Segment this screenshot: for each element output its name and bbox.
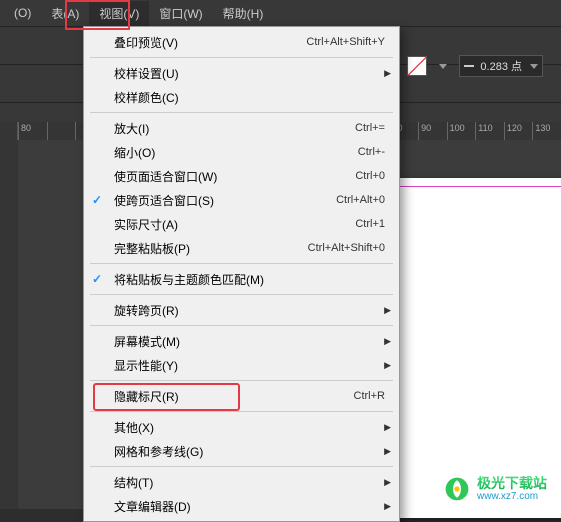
ruler-tick: 90 xyxy=(418,122,447,140)
chevron-right-icon: ▶ xyxy=(384,422,391,433)
menu-shortcut: Ctrl+Alt+Shift+Y xyxy=(306,36,385,48)
menu-table[interactable]: 表(A) xyxy=(41,1,89,26)
stroke-icon xyxy=(464,65,474,67)
menu-item[interactable]: 其他(X)▶ xyxy=(84,415,399,439)
menu-item[interactable]: 旋转跨页(R)▶ xyxy=(84,298,399,322)
menu-item[interactable]: 校样颜色(C) xyxy=(84,85,399,109)
menu-item-label: 校样颜色(C) xyxy=(114,89,385,106)
menu-item-label: 隐藏标尺(R) xyxy=(114,388,334,405)
menu-item-label: 使页面适合窗口(W) xyxy=(114,168,335,185)
chevron-right-icon: ▶ xyxy=(384,477,391,488)
menubar: (O) 表(A) 视图(V) 窗口(W) 帮助(H) xyxy=(0,0,561,26)
menu-separator xyxy=(90,294,393,295)
menu-shortcut: Ctrl+Alt+0 xyxy=(336,194,385,206)
menu-item-label: 旋转跨页(R) xyxy=(114,302,385,319)
ruler-tick: 130 xyxy=(532,122,561,140)
menu-item[interactable]: 叠印预览(V) Ctrl+Alt+Shift+Y xyxy=(84,30,399,54)
menu-item-label: 放大(I) xyxy=(114,120,335,137)
ruler-tick: 120 xyxy=(504,122,533,140)
menu-item[interactable]: 校样设置(U)▶ xyxy=(84,61,399,85)
right-tool-cluster: 0.283 点 xyxy=(407,55,543,77)
view-menu-dropdown: 叠印预览(V)Ctrl+Alt+Shift+Y校样设置(U)▶校样颜色(C)放大… xyxy=(83,26,400,522)
menu-item[interactable]: 屏幕模式(M)▶ xyxy=(84,329,399,353)
menu-item-label: 使跨页适合窗口(S) xyxy=(114,192,316,209)
fill-none-swatch[interactable] xyxy=(407,56,427,76)
ruler-origin[interactable] xyxy=(0,122,18,140)
chevron-right-icon: ▶ xyxy=(384,446,391,457)
menu-view[interactable]: 视图(V) xyxy=(89,1,149,26)
chevron-right-icon: ▶ xyxy=(384,305,391,316)
ruler-tick: 80 xyxy=(18,122,47,140)
menu-item[interactable]: 实际尺寸(A) Ctrl+1 xyxy=(84,212,399,236)
watermark: 极光下载站 www.xz7.com xyxy=(443,475,547,503)
watermark-logo-icon xyxy=(443,475,471,503)
menu-item[interactable]: 放大(I) Ctrl+= xyxy=(84,116,399,140)
menu-o[interactable]: (O) xyxy=(4,2,41,24)
ruler-tick: 110 xyxy=(475,122,504,140)
menu-item[interactable]: ✓ 将粘贴板与主题颜色匹配(M) xyxy=(84,267,399,291)
chevron-right-icon: ▶ xyxy=(384,501,391,512)
stroke-weight-field[interactable]: 0.283 点 xyxy=(459,55,543,77)
menu-item-label: 网格和参考线(G) xyxy=(114,443,385,460)
menu-shortcut: Ctrl+0 xyxy=(355,170,385,182)
ruler-vertical[interactable] xyxy=(0,140,18,509)
check-icon: ✓ xyxy=(92,272,102,286)
menu-separator xyxy=(90,57,393,58)
menu-item[interactable]: 文章编辑器(D)▶ xyxy=(84,494,399,518)
menu-separator xyxy=(90,112,393,113)
dropdown-icon[interactable] xyxy=(530,64,538,69)
menu-separator xyxy=(90,380,393,381)
watermark-title: 极光下载站 xyxy=(477,476,547,491)
menu-item-label: 缩小(O) xyxy=(114,144,338,161)
menu-item-label: 屏幕模式(M) xyxy=(114,333,385,350)
menu-separator xyxy=(90,325,393,326)
menu-item-label: 完整粘贴板(P) xyxy=(114,240,288,257)
menu-item[interactable]: 显示性能(Y)▶ xyxy=(84,353,399,377)
watermark-url: www.xz7.com xyxy=(477,491,547,502)
menu-item-label: 将粘贴板与主题颜色匹配(M) xyxy=(114,271,385,288)
menu-item-label: 结构(T) xyxy=(114,474,385,491)
menu-separator xyxy=(90,263,393,264)
ruler-tick: 100 xyxy=(447,122,476,140)
menu-item[interactable]: 隐藏标尺(R) Ctrl+R xyxy=(84,384,399,408)
menu-separator xyxy=(90,411,393,412)
menu-item[interactable]: ✓ 使跨页适合窗口(S) Ctrl+Alt+0 xyxy=(84,188,399,212)
menu-shortcut: Ctrl+- xyxy=(358,146,385,158)
menu-item-label: 叠印预览(V) xyxy=(114,34,286,51)
menu-item-label: 实际尺寸(A) xyxy=(114,216,335,233)
menu-shortcut: Ctrl+Alt+Shift+0 xyxy=(308,242,385,254)
menu-window[interactable]: 窗口(W) xyxy=(149,1,212,26)
menu-item[interactable]: 完整粘贴板(P) Ctrl+Alt+Shift+0 xyxy=(84,236,399,260)
chevron-right-icon: ▶ xyxy=(384,68,391,79)
menu-item-label: 其他(X) xyxy=(114,419,385,436)
menu-shortcut: Ctrl+1 xyxy=(355,218,385,230)
stroke-weight-value: 0.283 点 xyxy=(476,58,526,74)
menu-separator xyxy=(90,466,393,467)
dropdown-icon[interactable] xyxy=(439,64,447,69)
chevron-right-icon: ▶ xyxy=(384,336,391,347)
menu-shortcut: Ctrl+= xyxy=(355,122,385,134)
menu-item[interactable]: 使页面适合窗口(W) Ctrl+0 xyxy=(84,164,399,188)
ruler-tick xyxy=(47,122,76,140)
menu-item[interactable]: 缩小(O) Ctrl+- xyxy=(84,140,399,164)
menu-item-label: 显示性能(Y) xyxy=(114,357,385,374)
menu-item-label: 校样设置(U) xyxy=(114,65,385,82)
menu-item[interactable]: 结构(T)▶ xyxy=(84,470,399,494)
check-icon: ✓ xyxy=(92,193,102,207)
menu-item-label: 文章编辑器(D) xyxy=(114,498,385,515)
menu-shortcut: Ctrl+R xyxy=(354,390,385,402)
menu-help[interactable]: 帮助(H) xyxy=(213,1,274,26)
chevron-right-icon: ▶ xyxy=(384,360,391,371)
menu-item[interactable]: 网格和参考线(G)▶ xyxy=(84,439,399,463)
